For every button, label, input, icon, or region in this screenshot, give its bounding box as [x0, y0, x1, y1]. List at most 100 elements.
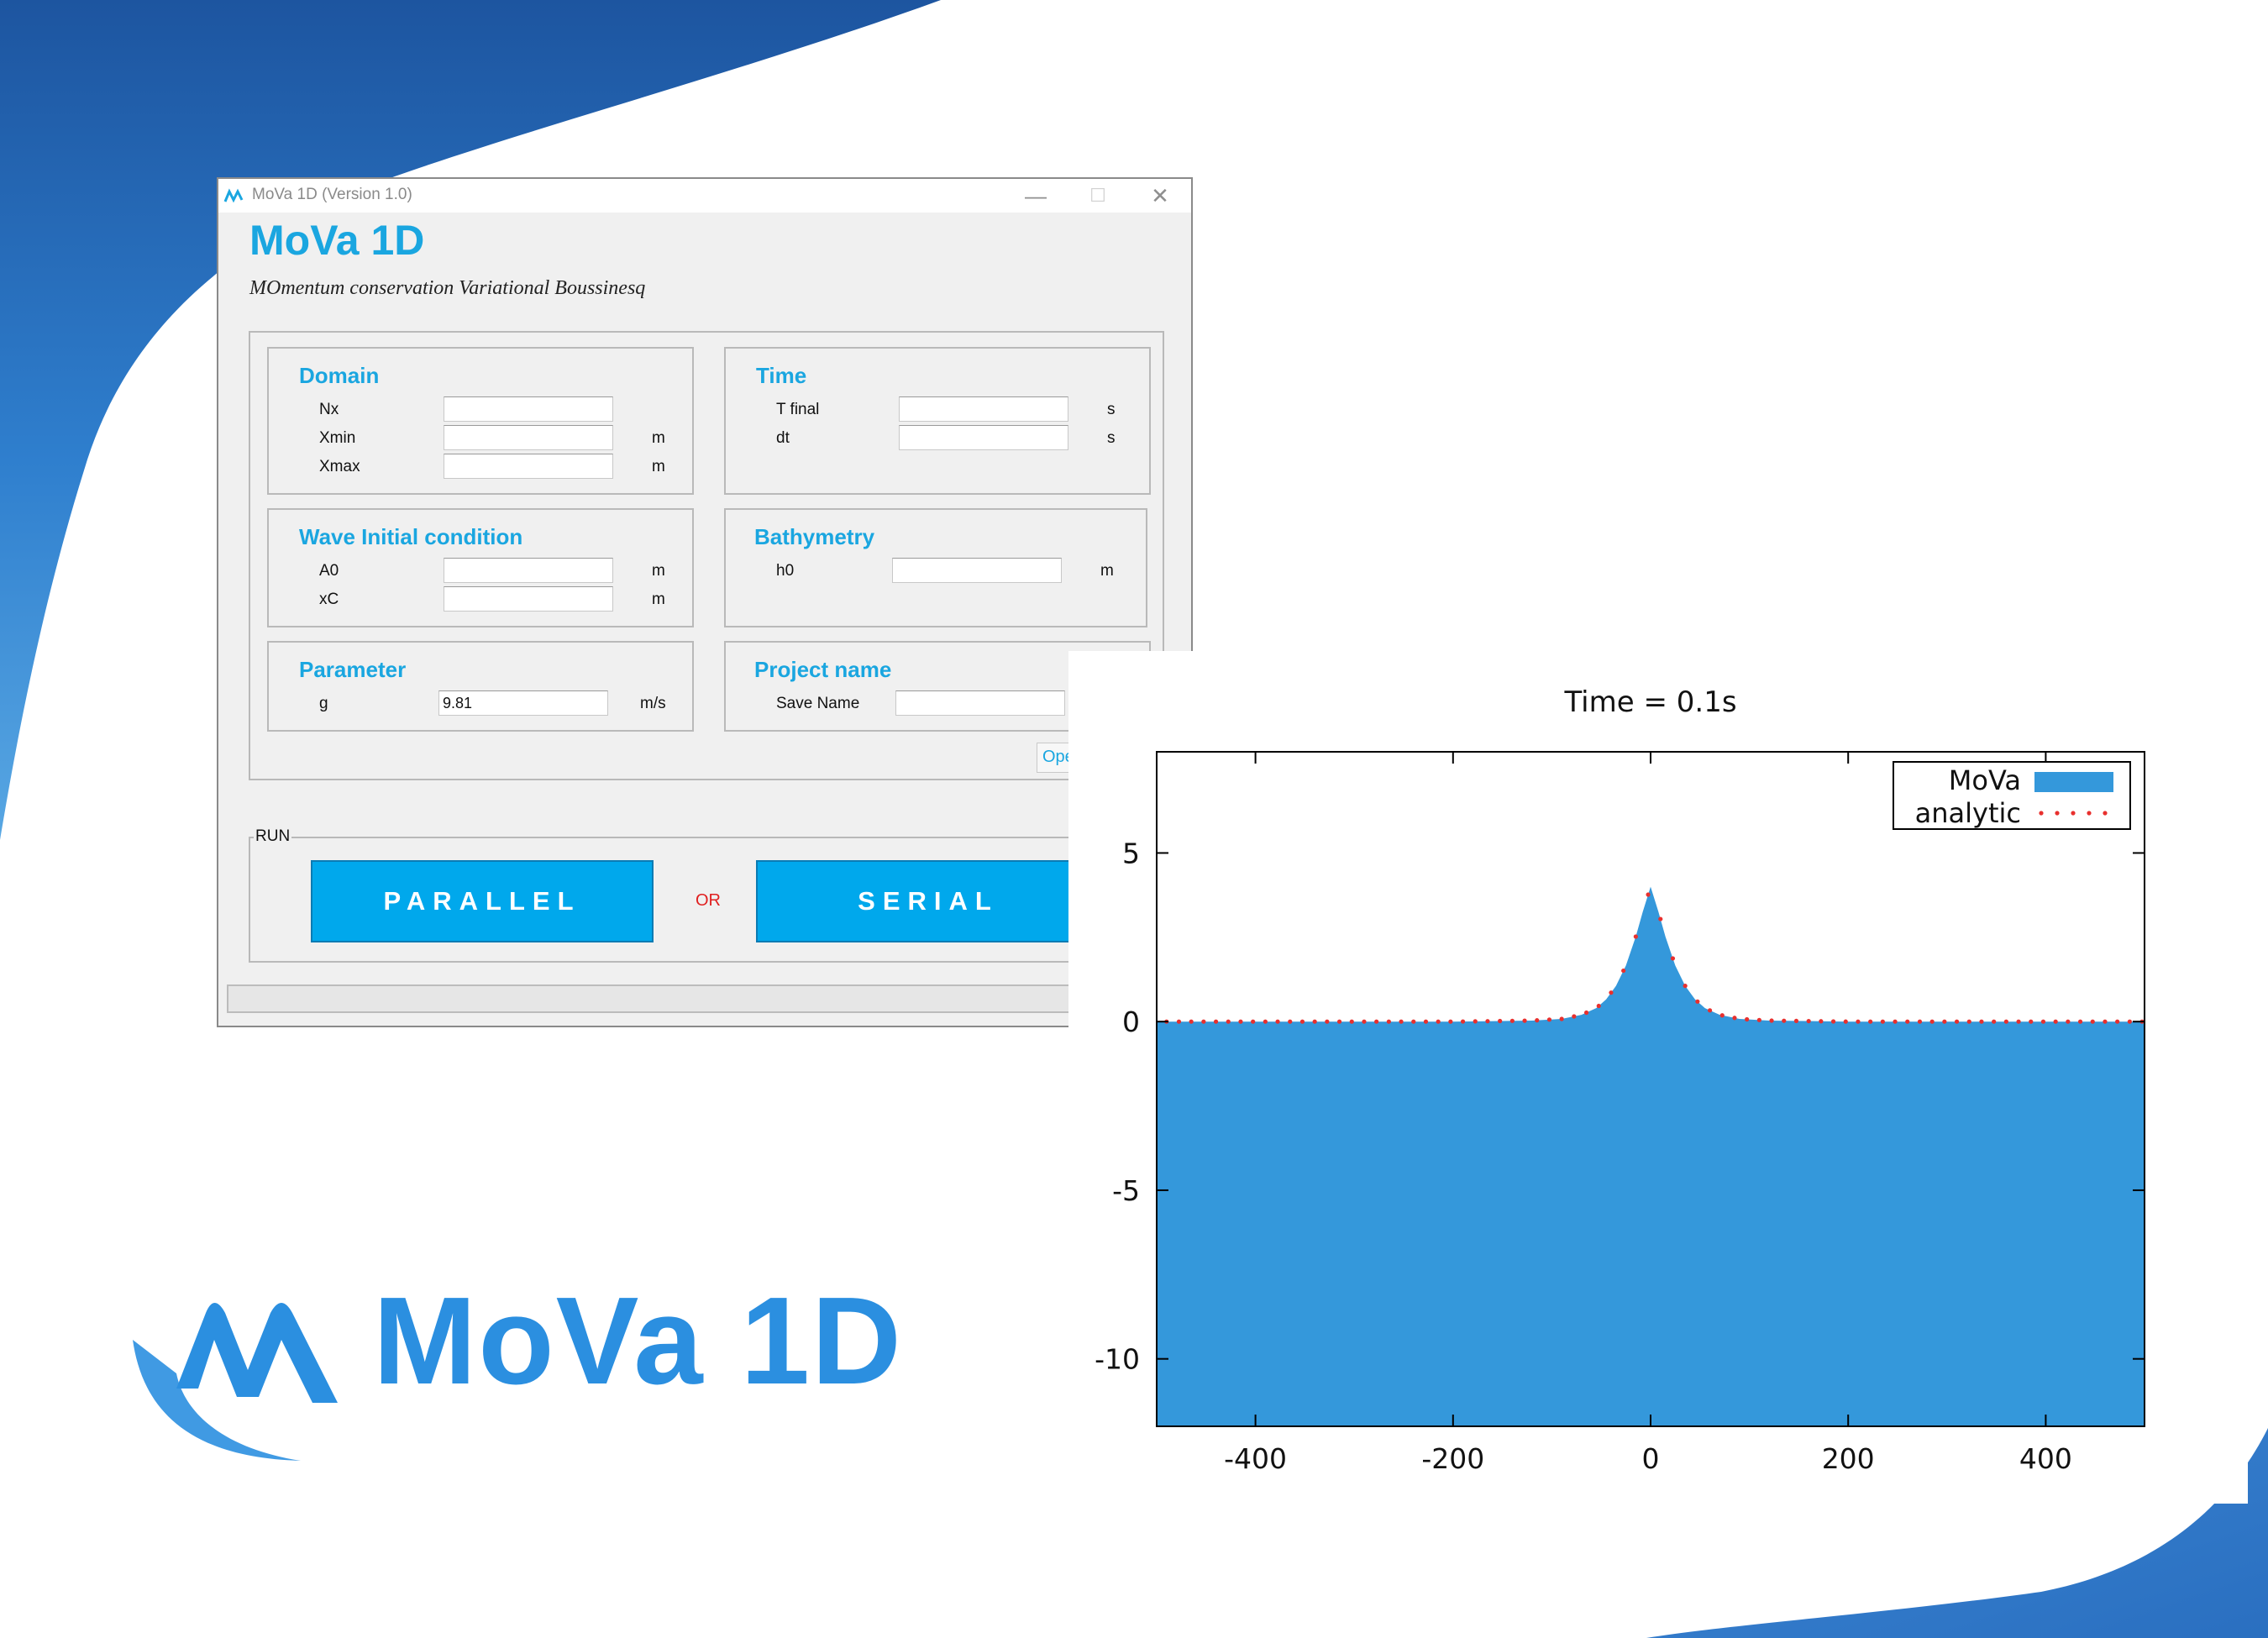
- run-group: RUN PARALLEL OR SERIAL: [249, 827, 1164, 963]
- chart-title: Time = 0.1s: [1563, 685, 1736, 719]
- analytic-point: [1423, 1019, 1429, 1024]
- domain-group: Domain Nx Xmin m Xmax m: [267, 347, 694, 495]
- analytic-point: [1176, 1019, 1182, 1024]
- maximize-button[interactable]: ☐: [1070, 181, 1126, 210]
- analytic-point: [1238, 1019, 1243, 1024]
- analytic-point: [1609, 990, 1614, 995]
- analytic-point: [2066, 1019, 2071, 1024]
- mova-logo-icon: [133, 1303, 338, 1461]
- xmax-input[interactable]: [444, 454, 613, 479]
- settings-group: Domain Nx Xmin m Xmax m Time T final s d…: [249, 331, 1164, 780]
- xmin-label: Xmin: [319, 429, 356, 447]
- bathymetry-title: Bathymetry: [754, 524, 875, 549]
- analytic-point: [2115, 1019, 2120, 1024]
- analytic-point: [1312, 1019, 1317, 1024]
- analytic-point: [1917, 1019, 1923, 1024]
- x-tick-label: 400: [2019, 1442, 2072, 1475]
- analytic-point: [1288, 1019, 1293, 1024]
- analytic-point: [1893, 1019, 1898, 1024]
- analytic-point: [1325, 1019, 1330, 1024]
- xc-input[interactable]: [444, 586, 613, 612]
- y-tick-label: -5: [1112, 1174, 1140, 1207]
- analytic-point: [1336, 1019, 1342, 1024]
- analytic-point: [2127, 1019, 2132, 1024]
- analytic-point: [1966, 1019, 1971, 1024]
- analytic-point: [1856, 1019, 1861, 1024]
- h0-label: h0: [776, 562, 795, 580]
- analytic-point: [1707, 1008, 1713, 1013]
- analytic-point: [1349, 1019, 1354, 1024]
- analytic-point: [1362, 1019, 1367, 1024]
- close-icon: ✕: [1151, 183, 1169, 208]
- analytic-point: [2103, 1019, 2108, 1024]
- analytic-point: [1683, 984, 1688, 989]
- dt-input[interactable]: [899, 425, 1068, 450]
- app-subtitle: MOmentum conservation Variational Boussi…: [249, 277, 646, 299]
- dt-unit: s: [1107, 429, 1116, 447]
- parameter-title: Parameter: [299, 657, 407, 682]
- h0-unit: m: [1100, 562, 1114, 580]
- analytic-point: [1843, 1019, 1848, 1024]
- analytic-point: [1732, 1016, 1737, 1021]
- analytic-point: [2029, 1019, 2034, 1024]
- wave-group: Wave Initial condition A0 m xC m: [267, 508, 694, 627]
- analytic-point: [2016, 1019, 2021, 1024]
- analytic-point: [1299, 1019, 1305, 1024]
- analytic-point: [1646, 892, 1651, 897]
- analytic-point: [1880, 1019, 1885, 1024]
- analytic-point: [1769, 1018, 1774, 1023]
- title-bar[interactable]: MoVa 1D (Version 1.0) — ☐ ✕: [218, 179, 1191, 213]
- a0-input[interactable]: [444, 558, 613, 583]
- g-label: g: [319, 695, 328, 712]
- plot-panel: Time = 0.1s -400 -200 0 200 400 5 0 -5 -10 MoVa ana…: [1068, 651, 2248, 1504]
- analytic-point: [1263, 1019, 1268, 1024]
- analytic-point: [1954, 1019, 1960, 1024]
- minimize-button[interactable]: —: [1008, 181, 1063, 210]
- analytic-point: [1942, 1019, 1947, 1024]
- xmax-label: Xmax: [319, 458, 360, 475]
- analytic-point: [1226, 1019, 1231, 1024]
- parallel-button[interactable]: PARALLEL: [311, 860, 654, 942]
- progress-bar: [227, 984, 1176, 1013]
- analytic-point: [1411, 1019, 1416, 1024]
- a0-unit: m: [652, 562, 665, 580]
- nx-input[interactable]: [444, 396, 613, 422]
- analytic-point: [1535, 1018, 1540, 1023]
- save-name-label: Save Name: [776, 695, 860, 712]
- y-tick-label: 0: [1122, 1005, 1140, 1038]
- analytic-point: [1448, 1019, 1453, 1024]
- logo-text: MoVa 1D: [373, 1272, 903, 1410]
- dt-label: dt: [776, 429, 790, 447]
- tfinal-label: T final: [776, 401, 820, 418]
- analytic-point: [1658, 916, 1663, 921]
- run-label: RUN: [254, 827, 292, 846]
- x-tick-label: -400: [1224, 1442, 1287, 1475]
- analytic-point: [1189, 1019, 1194, 1024]
- analytic-point: [1522, 1018, 1527, 1023]
- analytic-point: [1374, 1019, 1379, 1024]
- tfinal-input[interactable]: [899, 396, 1068, 422]
- g-unit: m/s: [640, 695, 666, 712]
- analytic-point: [1251, 1019, 1256, 1024]
- legend-dot: [2039, 811, 2044, 816]
- analytic-point: [1756, 1017, 1761, 1022]
- analytic-point: [1830, 1019, 1836, 1024]
- xmin-input[interactable]: [444, 425, 613, 450]
- analytic-point: [1485, 1019, 1490, 1024]
- g-input[interactable]: [438, 690, 608, 716]
- analytic-point: [1509, 1018, 1515, 1023]
- serial-button[interactable]: SERIAL: [756, 860, 1100, 942]
- close-button[interactable]: ✕: [1132, 181, 1188, 210]
- h0-input[interactable]: [892, 558, 1062, 583]
- save-name-input[interactable]: [895, 690, 1065, 716]
- parameter-group: Parameter g m/s: [267, 641, 694, 732]
- xmin-unit: m: [652, 429, 665, 447]
- y-tick-label: -10: [1095, 1343, 1140, 1376]
- analytic-point: [1572, 1014, 1577, 1019]
- analytic-point: [1436, 1019, 1441, 1024]
- app-heading: MoVa 1D: [249, 217, 425, 264]
- analytic-point: [1386, 1019, 1391, 1024]
- minimize-icon: —: [1025, 183, 1047, 208]
- wave-title: Wave Initial condition: [299, 524, 523, 549]
- legend-label-mova: MoVa: [1949, 764, 2021, 796]
